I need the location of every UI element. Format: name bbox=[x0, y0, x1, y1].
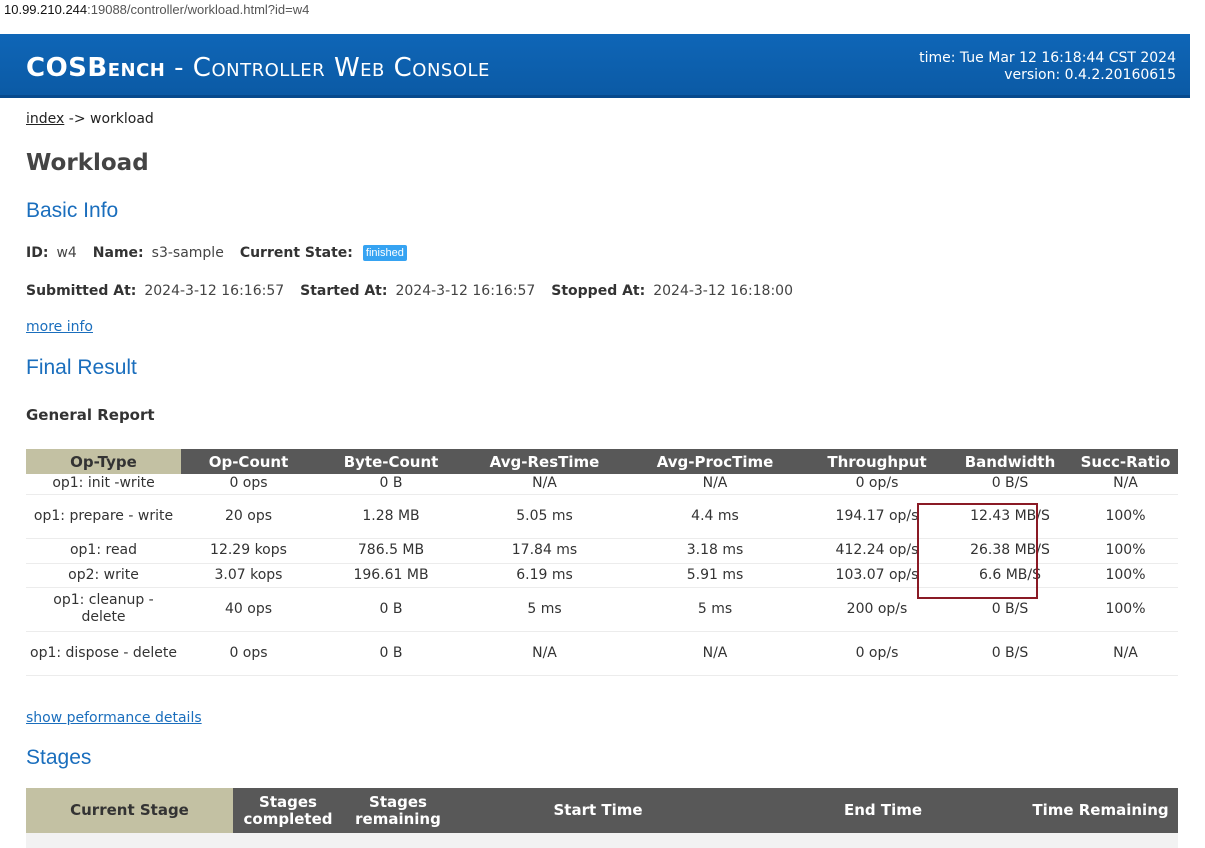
cell-op-type: op1: init -write bbox=[26, 474, 181, 495]
cell-avg-restime: 5 ms bbox=[466, 587, 623, 632]
cell-succ-ratio: 100% bbox=[1073, 494, 1178, 539]
cell-byte-count: 0 B bbox=[316, 474, 466, 495]
status-badge: finished bbox=[362, 245, 407, 261]
column-header-throughput: Throughput bbox=[807, 449, 947, 474]
column-header-avg-restime: Avg-ResTime bbox=[466, 449, 623, 474]
cell-bandwidth: 0 B/S bbox=[947, 474, 1073, 495]
basic-info-heading: Basic Info bbox=[26, 199, 119, 222]
cell-avg-restime: N/A bbox=[466, 474, 623, 495]
table-row: op1: init -write 0 ops 0 B N/A N/A 0 op/… bbox=[26, 474, 1178, 495]
address-path: :19088/controller/workload.html?id=w4 bbox=[87, 2, 310, 17]
cell-op-type: op2: write bbox=[26, 563, 181, 588]
started-value: 2024-3-12 16:16:57 bbox=[395, 283, 536, 299]
cell-op-count: 0 ops bbox=[181, 474, 316, 495]
page-title: Workload bbox=[26, 150, 149, 176]
cell-succ-ratio: N/A bbox=[1073, 631, 1178, 676]
cell-avg-proctime: 3.18 ms bbox=[623, 538, 807, 564]
cell-avg-proctime: 5.91 ms bbox=[623, 563, 807, 588]
breadcrumb-separator: -> bbox=[64, 111, 90, 127]
cell-succ-ratio: 100% bbox=[1073, 538, 1178, 564]
cell-avg-proctime: 5 ms bbox=[623, 587, 807, 632]
stages-table: Current Stage Stages completed Stages re… bbox=[26, 788, 1178, 833]
id-value: w4 bbox=[56, 245, 77, 261]
cell-avg-restime: 6.19 ms bbox=[466, 563, 623, 588]
bandwidth-highlight-box bbox=[917, 503, 1038, 599]
stopped-value: 2024-3-12 16:18:00 bbox=[653, 283, 793, 299]
column-header-stages-completed: Stages completed bbox=[233, 788, 343, 833]
cell-avg-restime: N/A bbox=[466, 631, 623, 676]
breadcrumb-current: workload bbox=[90, 111, 154, 127]
cell-byte-count: 786.5 MB bbox=[316, 538, 466, 564]
stages-heading: Stages bbox=[26, 746, 92, 769]
column-header-time-remaining: Time Remaining bbox=[1023, 788, 1178, 833]
address-host: 10.99.210.244 bbox=[4, 2, 88, 17]
server-time: time: Tue Mar 12 16:18:44 CST 2024 bbox=[919, 50, 1176, 66]
address-bar[interactable]: 10.99.210.244:19088/controller/workload.… bbox=[0, 0, 1205, 22]
server-version: version: 0.4.2.20160615 bbox=[1004, 67, 1176, 83]
cell-byte-count: 1.28 MB bbox=[316, 494, 466, 539]
name-label: Name: bbox=[92, 245, 144, 261]
column-header-avg-proctime: Avg-ProcTime bbox=[623, 449, 807, 474]
id-label: ID: bbox=[26, 245, 49, 261]
column-header-current-stage: Current Stage bbox=[26, 788, 233, 833]
cell-op-type: op1: read bbox=[26, 538, 181, 564]
cell-succ-ratio: 100% bbox=[1073, 587, 1178, 632]
breadcrumb-index-link[interactable]: index bbox=[26, 111, 64, 127]
cell-avg-restime: 5.05 ms bbox=[466, 494, 623, 539]
stages-table-body bbox=[26, 833, 1178, 848]
column-header-start-time: Start Time bbox=[453, 788, 743, 833]
cell-byte-count: 0 B bbox=[316, 587, 466, 632]
cell-bandwidth: 0 B/S bbox=[947, 631, 1073, 676]
cell-avg-proctime: N/A bbox=[623, 474, 807, 495]
cell-succ-ratio: N/A bbox=[1073, 474, 1178, 495]
cell-op-count: 12.29 kops bbox=[181, 538, 316, 564]
column-header-op-count: Op-Count bbox=[181, 449, 316, 474]
column-header-stages-remaining: Stages remaining bbox=[343, 788, 453, 833]
name-value: s3-sample bbox=[151, 245, 224, 261]
stages-header-row: Current Stage Stages completed Stages re… bbox=[26, 788, 1178, 833]
cell-avg-proctime: 4.4 ms bbox=[623, 494, 807, 539]
show-performance-details-link[interactable]: show peformance details bbox=[26, 710, 202, 726]
column-header-bandwidth: Bandwidth bbox=[947, 449, 1073, 474]
submitted-label: Submitted At: bbox=[26, 283, 137, 299]
cell-op-type: op1: cleanup - delete bbox=[26, 587, 181, 632]
cell-op-count: 0 ops bbox=[181, 631, 316, 676]
cell-op-type: op1: dispose - delete bbox=[26, 631, 181, 676]
more-info-link[interactable]: more info bbox=[26, 319, 93, 335]
cell-op-count: 40 ops bbox=[181, 587, 316, 632]
basic-info-row-2: Submitted At: 2024-3-12 16:16:57 Started A… bbox=[26, 283, 793, 299]
started-label: Started At: bbox=[300, 283, 388, 299]
cell-succ-ratio: 100% bbox=[1073, 563, 1178, 588]
stopped-label: Stopped At: bbox=[551, 283, 646, 299]
brand-name: COSBench bbox=[26, 53, 166, 83]
cell-byte-count: 0 B bbox=[316, 631, 466, 676]
page-header: COSBench - Controller Web Console time: … bbox=[0, 34, 1190, 98]
column-header-end-time: End Time bbox=[743, 788, 1023, 833]
column-header-byte-count: Byte-Count bbox=[316, 449, 466, 474]
cell-throughput: 0 op/s bbox=[807, 631, 947, 676]
cell-op-count: 20 ops bbox=[181, 494, 316, 539]
state-label: Current State: bbox=[239, 245, 353, 261]
table-row: op1: dispose - delete 0 ops 0 B N/A N/A … bbox=[26, 631, 1178, 676]
brand-subtitle: - Controller Web Console bbox=[165, 53, 490, 83]
cell-op-count: 3.07 kops bbox=[181, 563, 316, 588]
cell-byte-count: 196.61 MB bbox=[316, 563, 466, 588]
brand-title: COSBench - Controller Web Console bbox=[26, 53, 490, 83]
basic-info-row-1: ID: w4 Name: s3-sample Current State: finishe… bbox=[26, 245, 407, 261]
column-header-succ-ratio: Succ-Ratio bbox=[1073, 449, 1178, 474]
final-result-heading: Final Result bbox=[26, 356, 137, 379]
header-meta: time: Tue Mar 12 16:18:44 CST 2024 versi… bbox=[919, 50, 1176, 84]
breadcrumb: index -> workload bbox=[26, 111, 154, 127]
cell-avg-proctime: N/A bbox=[623, 631, 807, 676]
submitted-value: 2024-3-12 16:16:57 bbox=[144, 283, 285, 299]
cell-avg-restime: 17.84 ms bbox=[466, 538, 623, 564]
column-header-op-type: Op-Type bbox=[26, 449, 181, 474]
general-report-title: General Report bbox=[26, 406, 155, 424]
report-header-row: Op-Type Op-Count Byte-Count Avg-ResTime … bbox=[26, 449, 1178, 474]
cell-op-type: op1: prepare - write bbox=[26, 494, 181, 539]
cell-throughput: 0 op/s bbox=[807, 474, 947, 495]
